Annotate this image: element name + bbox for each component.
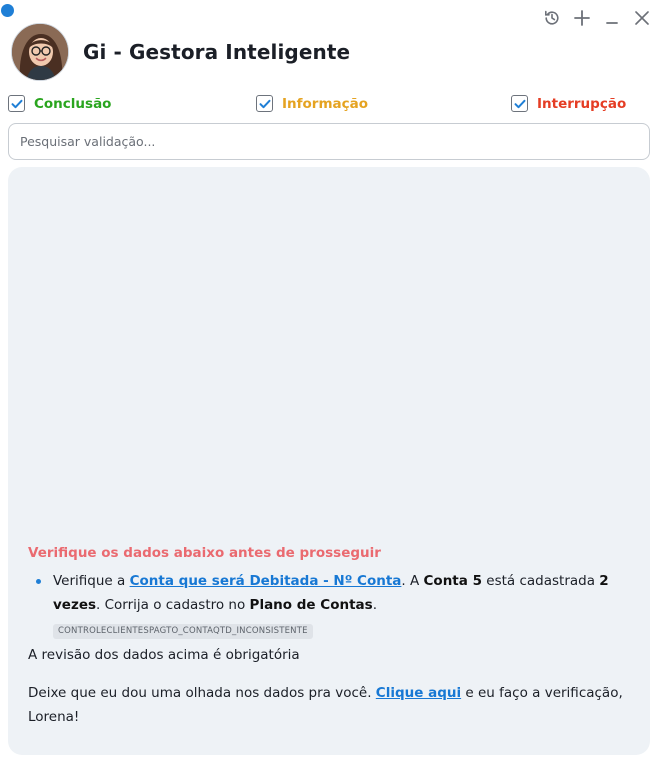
required-notice: A revisão dos dados acima é obrigatória — [28, 647, 300, 663]
conclusion-checkbox[interactable] — [8, 95, 25, 112]
validation-list: Verifique a Conta que será Debitada - Nº… — [28, 569, 632, 617]
minimize-icon[interactable] — [600, 7, 624, 29]
close-icon[interactable] — [630, 7, 654, 29]
interruption-label: Interrupção — [537, 95, 627, 112]
item-text: . — [372, 597, 377, 613]
check-icon — [11, 99, 22, 108]
account-link[interactable]: Conta que será Debitada - Nº Conta — [130, 573, 402, 589]
item-text: Verifique a — [53, 573, 130, 589]
help-text: Deixe que eu dou uma olhada nos dados pr… — [28, 681, 632, 729]
check-icon — [259, 99, 270, 108]
information-checkbox[interactable] — [256, 95, 273, 112]
filter-interruption[interactable]: Interrupção — [511, 95, 626, 112]
item-text: . A — [401, 573, 424, 589]
list-item: Verifique a Conta que será Debitada - Nº… — [28, 569, 632, 617]
filter-information[interactable]: Informação — [256, 95, 368, 112]
help-text-start: Deixe que eu dou uma olhada nos dados pr… — [28, 685, 376, 701]
page-title: Gi - Gestora Inteligente — [83, 40, 351, 64]
item-bold-plan: Plano de Contas — [249, 597, 373, 613]
item-text: está cadastrada — [481, 573, 600, 589]
header: Gi - Gestora Inteligente — [11, 23, 350, 81]
history-icon[interactable] — [540, 7, 564, 29]
click-here-link[interactable]: Clique aqui — [376, 685, 461, 701]
message: Verifique os dados abaixo antes de pross… — [28, 541, 632, 729]
item-bold-account: Conta 5 — [423, 573, 482, 589]
status-dot — [1, 4, 14, 17]
window-controls — [540, 7, 654, 29]
message-panel: Verifique os dados abaixo antes de pross… — [8, 167, 650, 755]
avatar — [11, 23, 69, 81]
warning-title: Verifique os dados abaixo antes de pross… — [28, 545, 381, 561]
item-text: . Corrija o cadastro no — [96, 597, 250, 613]
filter-conclusion[interactable]: Conclusão — [8, 95, 111, 112]
app-window: Gi - Gestora Inteligente Conclusão Infor… — [0, 0, 660, 768]
filter-bar: Conclusão Informação Interrupção — [8, 95, 628, 117]
conclusion-label: Conclusão — [34, 95, 112, 112]
check-icon — [514, 99, 525, 108]
search-input[interactable] — [8, 123, 650, 160]
information-label: Informação — [282, 95, 369, 112]
error-code-badge: CONTROLECLIENTESPAGTO_CONTAQTD_INCONSIST… — [53, 624, 313, 639]
plus-icon[interactable] — [570, 7, 594, 29]
interruption-checkbox[interactable] — [511, 95, 528, 112]
